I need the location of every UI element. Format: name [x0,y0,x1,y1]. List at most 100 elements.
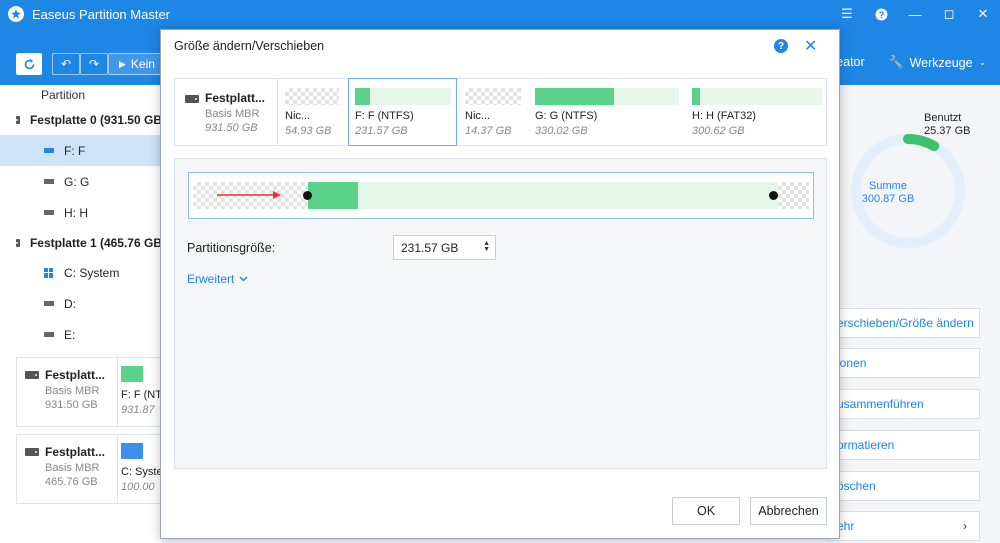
format-button[interactable]: ormatieren [826,430,980,460]
divider [117,435,118,503]
disk-icon [15,115,20,124]
chevron-down-icon: ⌄ [978,57,987,67]
tree-row-label: D: [64,296,76,311]
unallocated-after [778,182,809,209]
right-resize-handle[interactable] [769,191,778,200]
ok-button[interactable]: OK [672,497,740,525]
left-resize-handle[interactable] [303,191,312,200]
partition-bar [121,366,143,382]
resize-move-button[interactable]: erschieben/Größe ändern [826,308,980,338]
partition-g[interactable]: G: G (NTFS) 330.02 GB [529,79,687,145]
used-space [308,182,358,209]
partition-label: G: G (NTFS) [535,110,598,122]
disk-card-1[interactable]: Festplatt... Basis MBR 465.76 GB C: Syst… [16,434,163,504]
tree-row-d[interactable]: D: [0,288,162,319]
execute-label: Kein [130,57,155,71]
advanced-label: Erweitert [187,272,235,286]
app-logo-icon [8,6,24,22]
refresh-icon [24,58,34,69]
partition-size: 14.37 GB [465,125,512,137]
partition-h[interactable]: H: H (FAT32) 300.62 GB [686,79,826,145]
partition-bar [535,88,679,105]
total-label: Summe [869,180,907,192]
close-icon[interactable]: ✕ [804,36,817,56]
tree-row-e[interactable]: E: [0,319,162,350]
partition-icon [44,148,54,153]
disk-size: 931.50 GB [205,122,258,134]
used-value: 25.37 GB [924,125,971,137]
refresh-button[interactable] [16,53,42,75]
cancel-button[interactable]: Abbrechen [750,497,827,525]
help-icon[interactable]: ? [864,0,898,28]
total-legend: Summe 300.87 GB [848,180,928,206]
advanced-toggle[interactable]: Erweitert [187,272,248,286]
tree-row-disk1[interactable]: Festplatte 1 (465.76 GB [0,227,162,258]
redo-button[interactable]: ↷ [80,53,108,75]
delete-button[interactable]: öschen [826,471,980,501]
wrench-icon: 🔧 [888,55,904,69]
tree-row-c[interactable]: C: System [0,257,162,288]
spinner-icon[interactable]: ▲ ▼ [483,240,490,253]
partition-size: 100.00 [121,481,155,493]
disk-card-size: 465.76 GB [45,476,98,488]
partition-bar [355,88,451,105]
used-label: Benutzt [924,112,962,124]
disk-icon [25,371,39,379]
app-title: Easeus Partition Master [32,6,171,22]
action-button[interactable]: ionen [826,348,980,378]
disk-card-type: Basis MBR [45,385,100,397]
tree-row-label: C: System [64,265,120,280]
tree-row-g[interactable]: G: G [0,166,162,197]
tree-row-h[interactable]: H: H [0,197,162,228]
partition-f[interactable]: F: F (NTFS) 231.57 GB [348,78,457,146]
disk-card-title: Festplatt... [45,445,106,459]
resize-content: Partitionsgröße: 231.57 GB ▲ ▼ Erweitert [174,158,827,469]
partition-size: 931.87 [121,404,155,416]
minimize-icon[interactable]: — [898,0,932,28]
partition-label: Nic... [285,110,311,122]
close-icon[interactable]: ✕ [966,0,1000,28]
tools-menu[interactable]: 🔧 Werkzeuge ⌄ [888,55,986,70]
windows-icon [44,267,54,278]
undo-button[interactable]: ↶ [52,53,80,75]
move-arrow-icon [217,191,281,199]
svg-text:?: ? [878,10,884,20]
more-button[interactable]: ehr › [826,511,980,541]
menu-icon[interactable]: ☰ [830,0,864,28]
partition-icon [44,301,54,306]
partition-size-input[interactable]: 231.57 GB ▲ ▼ [393,235,496,260]
maximize-icon[interactable]: ◻ [932,0,966,28]
partition-size: 231.57 GB [355,125,408,137]
disk-type: Basis MBR [205,108,260,120]
tree-row-label: E: [64,327,76,342]
partition-size: 300.62 GB [692,125,745,137]
divider [117,358,118,426]
column-header-partition: Partition [41,88,86,102]
total-value: 300.87 GB [861,193,915,205]
redo-icon: ↷ [88,57,100,71]
partition-label: H: H (FAT32) [692,110,756,122]
partition-size: 330.02 GB [535,125,588,137]
partition-label: C: Syste [121,466,163,478]
partition-icon [44,210,54,215]
merge-button[interactable]: usammenführen [826,389,980,419]
partition-bar [121,443,143,459]
partition-label: Nic... [465,110,491,122]
play-icon: ▶ [119,58,126,69]
partition-bar [285,88,339,105]
disk-card-0[interactable]: Festplatt... Basis MBR 931.50 GB F: F (N… [16,357,169,427]
partition-bar [465,88,521,105]
partition-icon [44,332,54,337]
execute-button[interactable]: ▶ Kein [108,53,168,75]
tree-row-disk0[interactable]: Festplatte 0 (931.50 GB [0,104,162,135]
tree-row-label: F: F [64,143,86,158]
partition-unallocated-2[interactable]: Nic... 14.37 GB [459,79,527,145]
help-icon[interactable]: ? [774,39,788,53]
used-legend: Benutzt 25.37 GB [924,112,970,138]
partition-unallocated-1[interactable]: Nic... 54.93 GB [279,79,345,145]
resize-slider[interactable] [188,172,814,219]
tree-row-f[interactable]: F: F [0,135,162,166]
disk-card-size: 931.50 GB [45,399,98,411]
resize-move-dialog: Größe ändern/Verschieben ? ✕ Festplatt..… [160,29,840,539]
tree-row-label: H: H [64,205,88,220]
